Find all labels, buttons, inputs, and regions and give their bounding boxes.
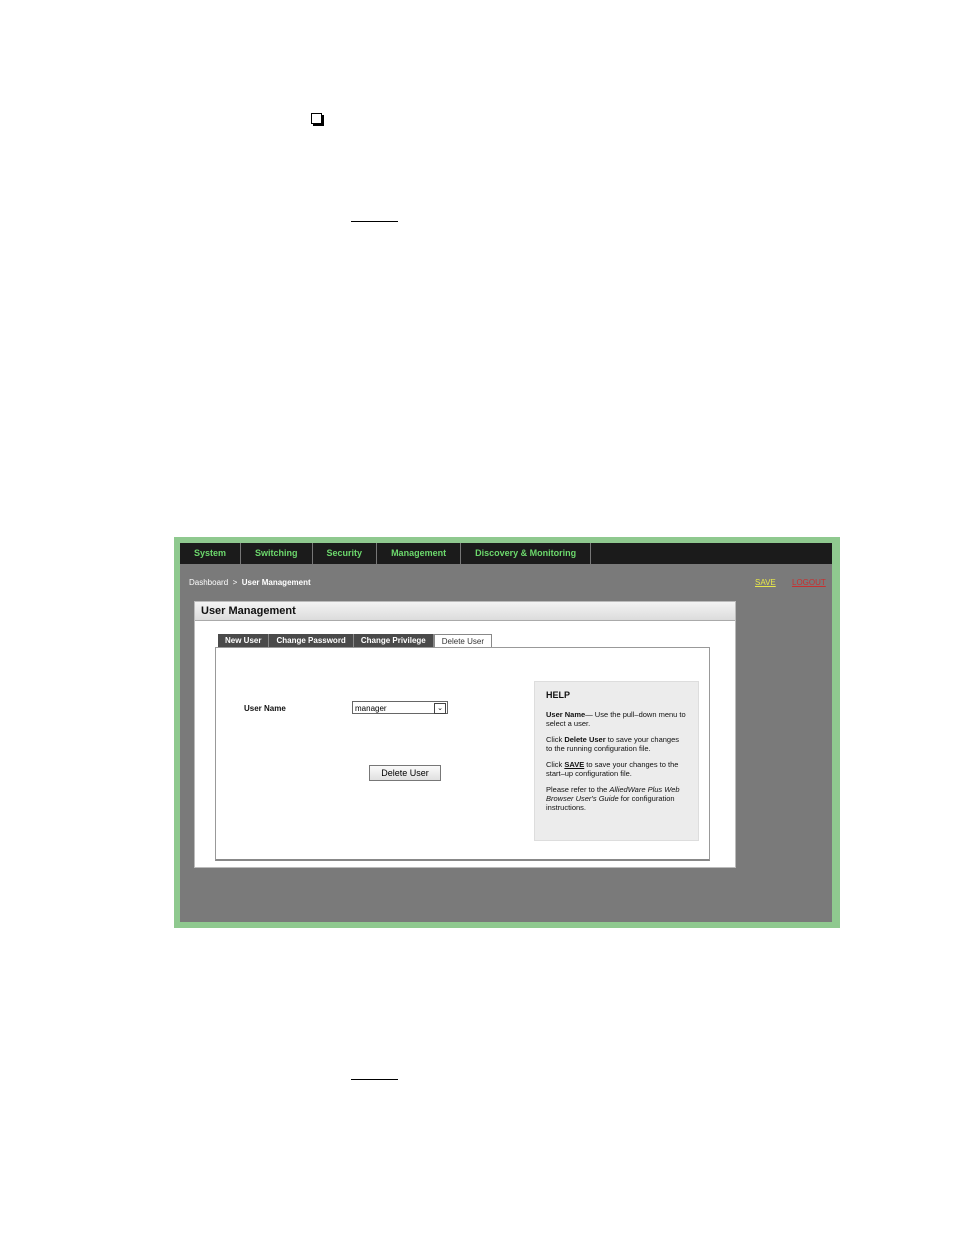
top-nav: System Switching Security Management Dis…: [180, 543, 832, 564]
nav-security[interactable]: Security: [313, 543, 378, 564]
tab-change-password[interactable]: Change Password: [269, 634, 354, 647]
checkbox-icon: [311, 113, 322, 124]
nav-management[interactable]: Management: [377, 543, 462, 564]
chevron-down-icon[interactable]: ⌄: [434, 703, 446, 714]
panel-title: User Management: [195, 602, 735, 621]
help-box: HELP User Name— Use the pull–down menu t…: [534, 681, 699, 841]
screenshot-frame: System Switching Security Management Dis…: [174, 537, 840, 928]
save-link[interactable]: SAVE: [755, 578, 776, 587]
help-paragraph: Click Delete User to save your changes t…: [546, 735, 680, 753]
help-title: HELP: [546, 690, 571, 700]
tab-delete-user[interactable]: Delete User: [433, 634, 492, 648]
user-name-selected: manager: [355, 704, 387, 713]
user-name-label: User Name: [244, 704, 286, 713]
breadcrumb-current: User Management: [241, 578, 311, 587]
help-paragraph: Click SAVE to save your changes to the s…: [546, 760, 679, 778]
divider: [351, 1079, 398, 1080]
logout-link[interactable]: LOGOUT: [792, 578, 826, 587]
nav-discovery-monitoring[interactable]: Discovery & Monitoring: [461, 543, 592, 564]
help-paragraph: Please refer to the AlliedWare Plus Web …: [546, 785, 680, 812]
tab-content: User Name manager ⌄ Delete User HELP Use…: [215, 647, 710, 861]
breadcrumb-separator: >: [232, 578, 238, 587]
breadcrumb-dashboard[interactable]: Dashboard: [189, 578, 228, 587]
divider: [351, 221, 398, 222]
user-management-panel: User Management New User Change Password…: [194, 601, 736, 868]
help-paragraph: User Name— Use the pull–down menu to sel…: [546, 710, 686, 728]
app-window: System Switching Security Management Dis…: [180, 543, 832, 922]
delete-user-button[interactable]: Delete User: [369, 765, 441, 781]
tab-bar: New User Change Password Change Privileg…: [218, 634, 492, 648]
tab-change-privilege[interactable]: Change Privilege: [353, 634, 434, 647]
tab-new-user[interactable]: New User: [218, 634, 270, 647]
user-name-select[interactable]: manager ⌄: [352, 701, 448, 714]
nav-system[interactable]: System: [180, 543, 242, 564]
nav-switching[interactable]: Switching: [241, 543, 313, 564]
breadcrumb: Dashboard > User Management: [189, 578, 311, 587]
